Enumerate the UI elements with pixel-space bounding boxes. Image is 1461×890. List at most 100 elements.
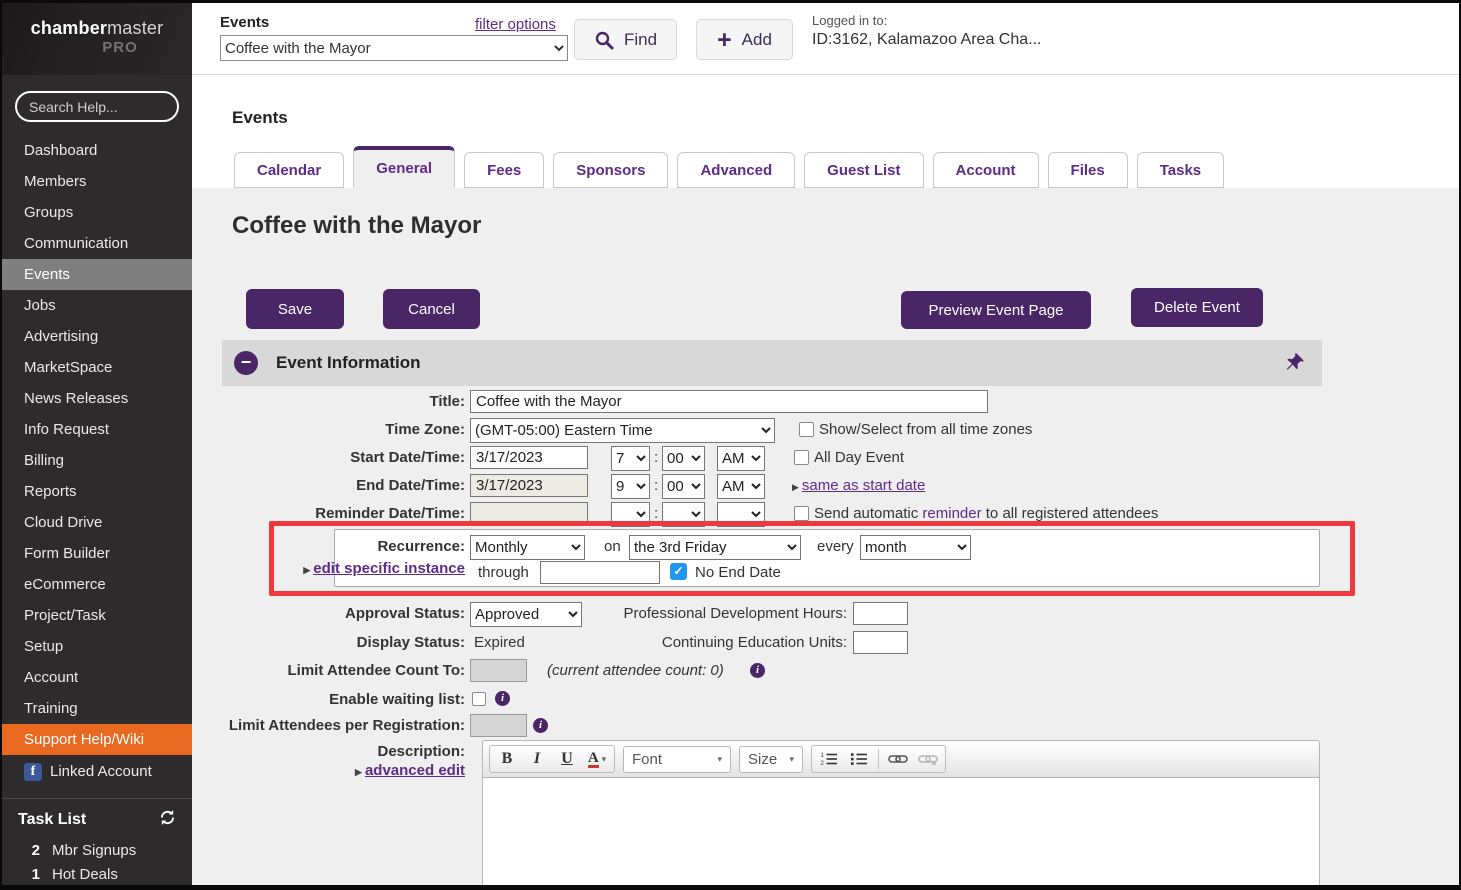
description-textarea[interactable] [482, 778, 1320, 889]
limit-attendee-count-input[interactable] [470, 659, 527, 682]
sidebar-item-billing[interactable]: Billing [2, 445, 192, 476]
sidebar-item-project-task[interactable]: Project/Task [2, 600, 192, 631]
sidebar-item-account[interactable]: Account [2, 662, 192, 693]
logged-in-label: Logged in to: [812, 13, 1041, 28]
tab-general[interactable]: General [353, 146, 455, 188]
sidebar-item-advertising[interactable]: Advertising [2, 321, 192, 352]
sidebar-item-form-builder[interactable]: Form Builder [2, 538, 192, 569]
sidebar-item-setup[interactable]: Setup [2, 631, 192, 662]
filter-options-link[interactable]: filter options [475, 16, 556, 33]
unlink-icon[interactable] [913, 747, 943, 771]
tab-fees[interactable]: Fees [464, 152, 544, 188]
size-dropdown[interactable]: Size ▾ [739, 746, 803, 773]
start-date-input[interactable] [470, 446, 588, 469]
cancel-button[interactable]: Cancel [383, 289, 480, 329]
save-button[interactable]: Save [246, 289, 344, 329]
sidebar-item-ecommerce[interactable]: eCommerce [2, 569, 192, 600]
sidebar-item-members[interactable]: Members [2, 166, 192, 197]
current-attendee-count-note: (current attendee count: 0) [547, 662, 724, 679]
sidebar-item-communication[interactable]: Communication [2, 228, 192, 259]
task-count: 2 [30, 839, 40, 863]
sidebar-item-linked-account[interactable]: f Linked Account [2, 755, 192, 788]
through-date-input[interactable] [540, 561, 660, 584]
task-item-hot-deals[interactable]: 1 Hot Deals [18, 863, 176, 887]
start-minute-select[interactable]: 00 [662, 446, 705, 471]
list-link-group: 12 [811, 745, 946, 773]
sidebar-item-info-request[interactable]: Info Request [2, 414, 192, 445]
limit-per-registration-input[interactable] [470, 714, 527, 737]
event-selector[interactable]: Coffee with the Mayor [220, 35, 568, 61]
timezone-select[interactable]: (GMT-05:00) Eastern Time [470, 418, 775, 443]
sidebar-item-training[interactable]: Training [2, 693, 192, 724]
tab-tasks[interactable]: Tasks [1137, 152, 1224, 188]
auto-reminder-checkbox[interactable] [794, 506, 809, 521]
sidebar-item-groups[interactable]: Groups [2, 197, 192, 228]
end-ampm-select[interactable]: AM [717, 474, 765, 499]
sidebar-item-jobs[interactable]: Jobs [2, 290, 192, 321]
sidebar: chambermaster PRO Dashboard Members Grou… [2, 3, 192, 885]
no-end-date-checkbox[interactable]: ✓ [670, 563, 687, 580]
app-window: chambermaster PRO Dashboard Members Grou… [0, 0, 1461, 890]
reminder-hour-select[interactable] [611, 502, 650, 527]
pdh-input[interactable] [853, 602, 908, 625]
reminder-minute-select[interactable] [662, 502, 705, 527]
bullet-list-icon[interactable] [844, 747, 874, 771]
info-icon[interactable]: i [495, 691, 510, 706]
sidebar-item-news-releases[interactable]: News Releases [2, 383, 192, 414]
info-icon[interactable]: i [533, 718, 548, 733]
font-dropdown[interactable]: Font ▾ [623, 746, 731, 773]
bold-button[interactable]: B [492, 747, 522, 771]
sidebar-item-reports[interactable]: Reports [2, 476, 192, 507]
same-as-start-date-link[interactable]: ▶same as start date [792, 477, 925, 494]
title-input[interactable] [470, 390, 988, 413]
delete-event-button[interactable]: Delete Event [1131, 288, 1263, 327]
help-search-input[interactable] [29, 99, 165, 115]
task-item-mbr-signups[interactable]: 2 Mbr Signups [18, 839, 176, 863]
end-minute-select[interactable]: 00 [662, 474, 705, 499]
reminder-link[interactable]: reminder [922, 505, 981, 522]
sidebar-item-support-help[interactable]: Support Help/Wiki [2, 724, 192, 755]
italic-button[interactable]: I [522, 747, 552, 771]
tab-guest-list[interactable]: Guest List [804, 152, 923, 188]
refresh-icon[interactable] [159, 809, 176, 831]
collapse-icon[interactable]: − [234, 351, 258, 375]
sidebar-item-dashboard[interactable]: Dashboard [2, 135, 192, 166]
search-icon [594, 30, 614, 50]
tab-calendar[interactable]: Calendar [234, 152, 344, 188]
sidebar-item-events[interactable]: Events [2, 259, 192, 290]
approval-status-select[interactable]: Approved [470, 602, 582, 627]
recurrence-through-row: through ✓ No End Date [192, 561, 1461, 588]
reminder-date-input[interactable] [470, 502, 588, 525]
end-hour-select[interactable]: 9 [611, 474, 650, 499]
start-ampm-select[interactable]: AM [717, 446, 765, 471]
start-label: Start Date/Time: [192, 449, 465, 466]
task-list-section: Task List 2 Mbr Signups 1 Hot Deals [2, 798, 192, 887]
caret-icon: ▾ [789, 754, 794, 765]
find-button[interactable]: Find [574, 19, 677, 60]
info-icon[interactable]: i [750, 663, 765, 678]
tab-sponsors[interactable]: Sponsors [553, 152, 668, 188]
waiting-list-checkbox[interactable] [472, 692, 486, 706]
start-hour-select[interactable]: 7 [611, 446, 650, 471]
sidebar-item-cloud-drive[interactable]: Cloud Drive [2, 507, 192, 538]
add-button[interactable]: + Add [696, 19, 793, 60]
all-day-event-checkbox[interactable] [794, 450, 809, 465]
tab-advanced[interactable]: Advanced [677, 152, 795, 188]
tab-account[interactable]: Account [933, 152, 1039, 188]
preview-event-page-button[interactable]: Preview Event Page [901, 291, 1091, 329]
all-timezones-checkbox[interactable] [799, 422, 814, 437]
link-icon[interactable] [883, 747, 913, 771]
reminder-ampm-select[interactable] [717, 502, 765, 527]
end-date-input[interactable] [470, 474, 588, 497]
help-search-box [15, 91, 179, 122]
tab-files[interactable]: Files [1048, 152, 1128, 188]
advanced-edit-link[interactable]: ▶advanced edit [192, 762, 465, 779]
ceu-input[interactable] [853, 631, 908, 654]
text-color-button[interactable]: A▾ [582, 747, 612, 771]
same-as-start-date-label[interactable]: same as start date [802, 477, 925, 494]
pin-icon[interactable] [1284, 351, 1306, 377]
add-label: Add [742, 30, 772, 50]
sidebar-item-marketspace[interactable]: MarketSpace [2, 352, 192, 383]
underline-button[interactable]: U [552, 747, 582, 771]
numbered-list-icon[interactable]: 12 [814, 747, 844, 771]
